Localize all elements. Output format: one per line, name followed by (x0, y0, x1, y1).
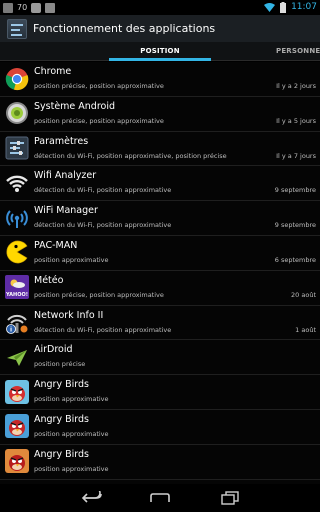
network-info-icon: i (4, 310, 29, 335)
list-item[interactable]: PAC-MAN position approximative 6 septemb… (0, 236, 320, 271)
app-name: WiFi Manager (34, 205, 98, 217)
tab-strip: POSITION PERSONNEL (0, 42, 320, 61)
list-item[interactable]: YAHOO! Météo position précise, position … (0, 271, 320, 306)
app-permissions: détection du Wi-Fi, position approximati… (34, 186, 172, 195)
app-permissions: position approximative (34, 255, 109, 264)
angry-birds-icon (4, 379, 29, 404)
list-item[interactable]: i Network Info II détection du Wi-Fi, po… (0, 306, 320, 341)
recent-apps-icon (221, 491, 239, 505)
angry-birds-icon (4, 414, 29, 439)
app-name: Network Info II (34, 309, 104, 321)
app-name: Système Android (34, 100, 116, 112)
battery-icon (280, 2, 287, 13)
app-name: Angry Birds (34, 379, 89, 391)
home-button[interactable] (147, 489, 173, 507)
app-name: Wifi Analyzer (34, 170, 97, 182)
list-item[interactable]: AirDroid position précise (0, 340, 320, 376)
list-item[interactable]: WiFi Manager détection du Wi-Fi, positio… (0, 201, 320, 236)
yahoo-weather-icon: YAHOO! (4, 275, 29, 300)
app-name: Météo (34, 274, 64, 286)
app-last-used: 1 août (295, 325, 316, 334)
app-name: AirDroid (34, 344, 73, 356)
app-name: Paramètres (34, 135, 89, 147)
app-name: Angry Birds (34, 448, 89, 460)
home-icon (150, 493, 170, 502)
list-item[interactable]: Paramètres détection du Wi-Fi, position … (0, 132, 320, 167)
app-name: PAC-MAN (34, 239, 78, 251)
app-permissions: détection du Wi-Fi, position approximati… (34, 151, 227, 160)
list-item[interactable]: Wifi Analyzer détection du Wi-Fi, positi… (0, 166, 320, 202)
list-item[interactable]: Angry Birds position approximative (0, 445, 320, 480)
app-last-used: Il y a 5 jours (276, 116, 316, 125)
notification-icon (31, 2, 42, 13)
app-permissions: position approximative (34, 429, 109, 438)
app-name: Chrome (34, 66, 72, 77)
android-system-icon (4, 101, 29, 126)
app-last-used: Il y a 7 jours (276, 151, 316, 160)
usb-debug-icon (3, 2, 13, 13)
settings-icon (4, 136, 29, 161)
svg-text:i: i (9, 327, 11, 334)
tab-personnel[interactable]: PERSONNEL (276, 42, 320, 61)
recent-apps-button[interactable] (218, 489, 242, 507)
wifi-analyzer-icon (4, 170, 29, 195)
app-last-used: 6 septembre (274, 255, 316, 264)
svg-text:YAHOO!: YAHOO! (5, 292, 28, 298)
clock: 11:07 (291, 2, 317, 12)
action-bar: Fonctionnement des applications (0, 15, 320, 42)
app-permissions: détection du Wi-Fi, position approximati… (34, 221, 172, 230)
wifi-manager-icon (4, 205, 29, 230)
app-name: Angry Birds (34, 413, 89, 425)
app-permissions: position approximative (34, 464, 109, 473)
list-item[interactable]: Chrome position précise, position approx… (0, 62, 320, 97)
list-item[interactable]: Angry Birds position approximative (0, 410, 320, 445)
status-bar: 70 11:07 (0, 0, 320, 15)
back-icon (81, 491, 102, 503)
app-list[interactable]: Chrome position précise, position approx… (0, 62, 320, 484)
download-icon (45, 2, 56, 13)
app-last-used: Il y a 2 jours (276, 82, 316, 90)
app-permissions: position approximative (34, 395, 109, 404)
app-last-used: 20 août (291, 290, 316, 299)
angry-birds-icon (4, 449, 29, 474)
pacman-icon (4, 240, 29, 265)
battery-level-text: 70 (17, 3, 28, 12)
wifi-signal-icon (264, 3, 276, 12)
app-permissions: détection du Wi-Fi, position approximati… (34, 325, 172, 334)
list-item[interactable]: Système Android position précise, positi… (0, 97, 320, 132)
settings-app-icon[interactable] (7, 18, 27, 39)
app-permissions: position précise, position approximative (34, 290, 164, 299)
app-permissions: position précise (34, 360, 86, 369)
chrome-icon (4, 66, 29, 91)
airdroid-icon (4, 344, 29, 369)
tab-position[interactable]: POSITION (109, 42, 211, 61)
app-permissions: position précise, position approximative (34, 116, 164, 125)
navigation-bar (0, 484, 320, 512)
list-item[interactable]: Angry Birds position approximative (0, 375, 320, 410)
app-permissions: position précise, position approximative (34, 82, 164, 90)
app-last-used: 9 septembre (274, 221, 316, 230)
app-last-used: 9 septembre (274, 186, 316, 195)
page-title: Fonctionnement des applications (33, 22, 216, 35)
back-button[interactable] (80, 489, 104, 507)
